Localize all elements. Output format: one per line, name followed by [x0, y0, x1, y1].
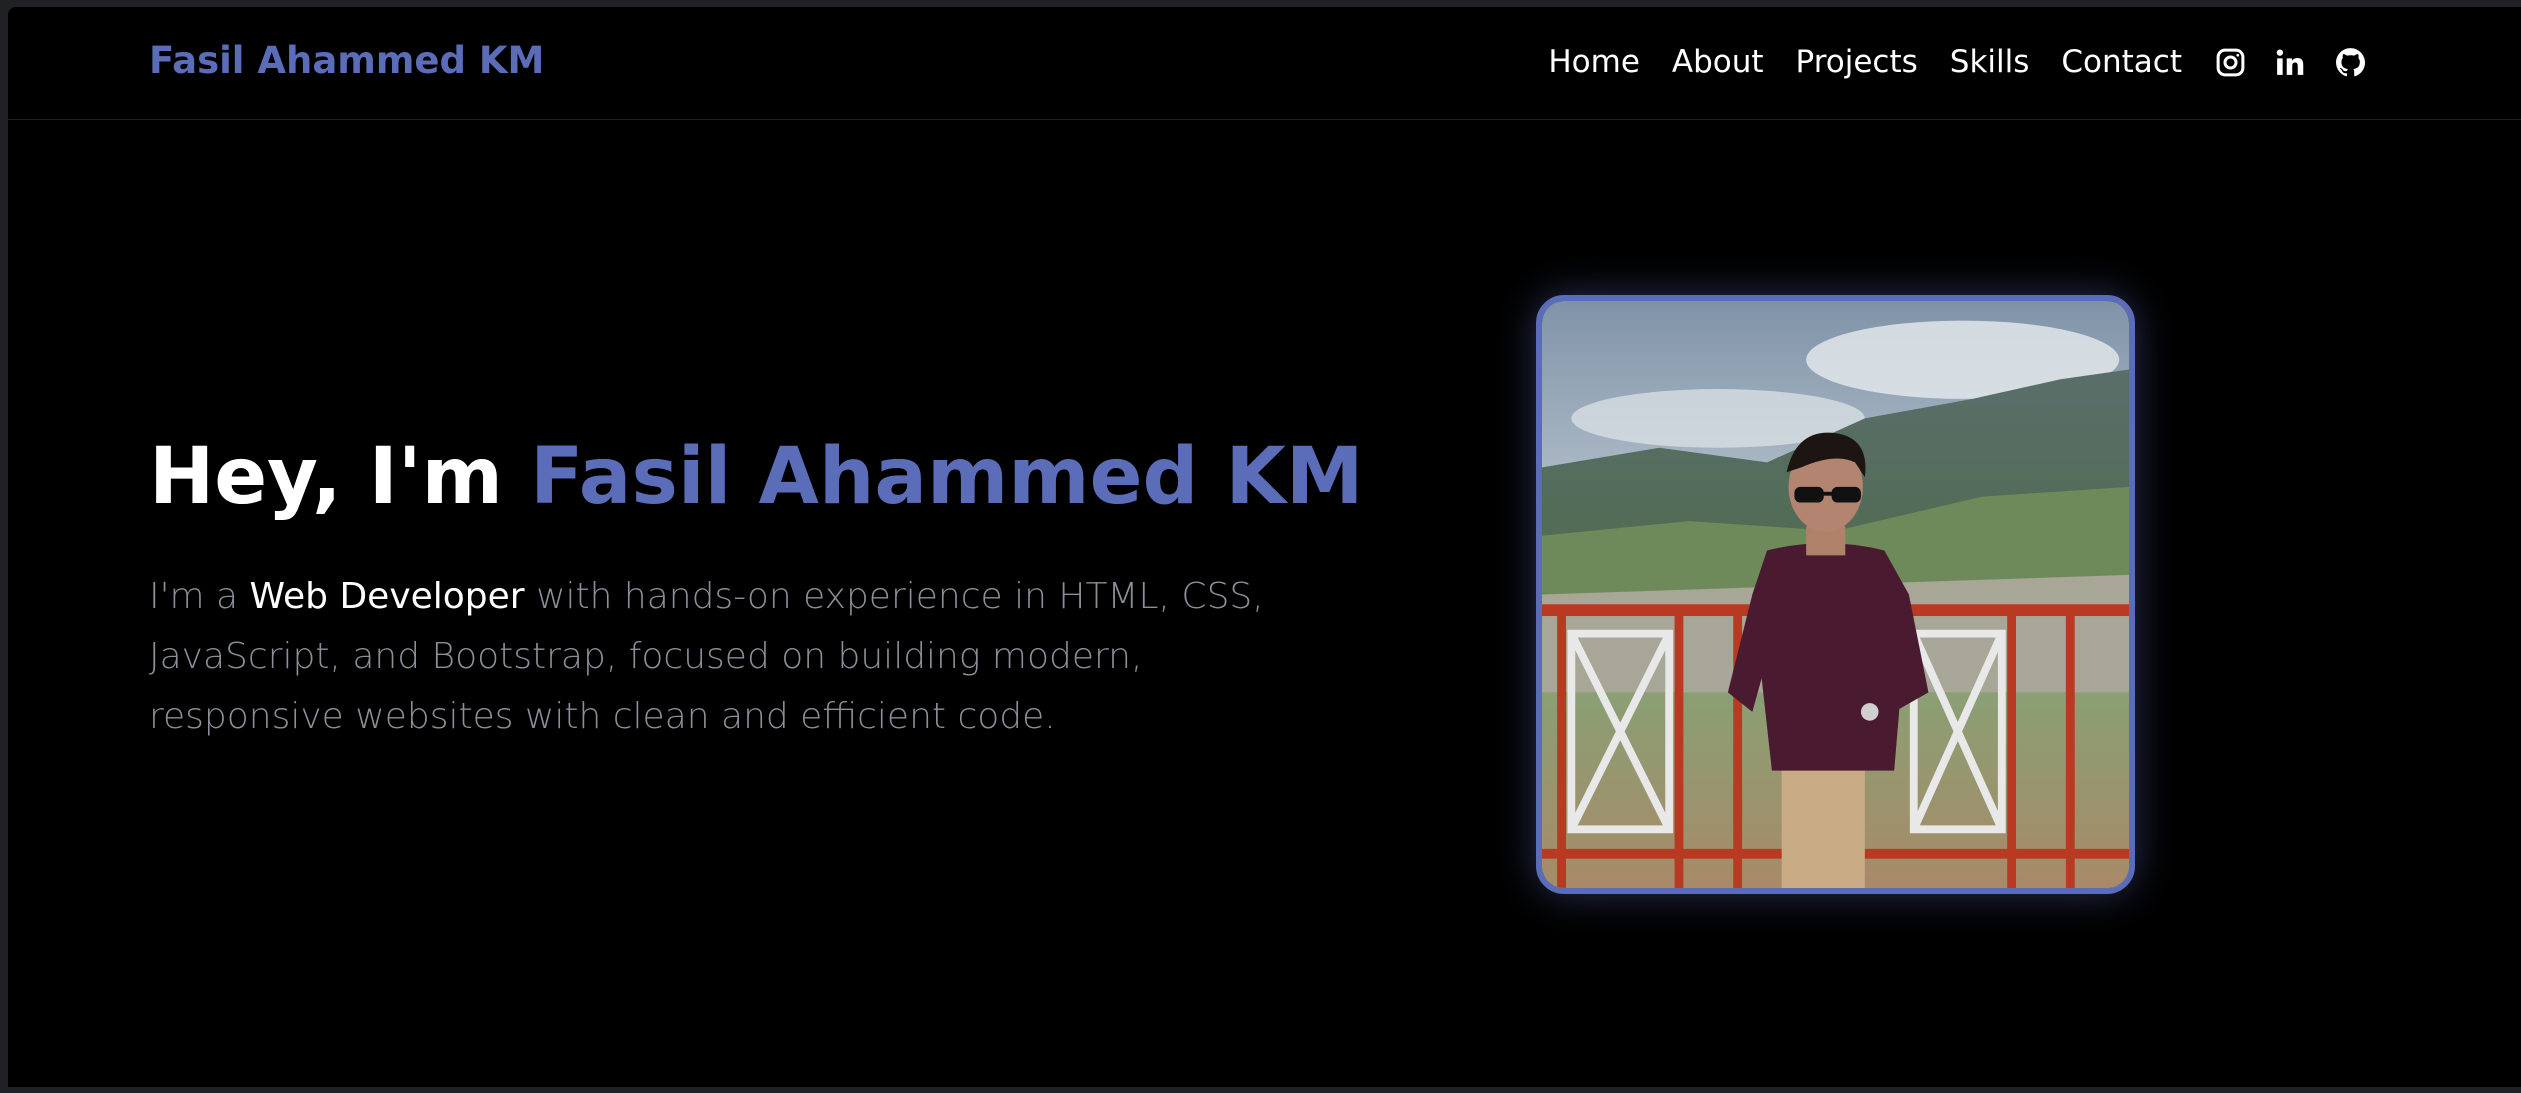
hero-desc-prefix: I'm a [149, 576, 250, 617]
hero-description: I'm a Web Developer with hands-on experi… [149, 567, 1299, 747]
page-frame: Fasil Ahammed KM Home About Projects Ski… [8, 7, 2521, 1087]
hero-title: Hey, I'm Fasil Ahammed KM [149, 427, 1364, 527]
hero-greeting: Hey, I'm [149, 432, 531, 522]
hero-name: Fasil Ahammed KM [530, 432, 1364, 522]
navbar: Fasil Ahammed KM Home About Projects Ski… [8, 7, 2521, 120]
nav-skills[interactable]: Skills [1950, 44, 2030, 80]
nav-home[interactable]: Home [1548, 44, 1640, 80]
github-icon[interactable] [2334, 46, 2367, 79]
brand-logo[interactable]: Fasil Ahammed KM [149, 39, 544, 82]
profile-photo-image [1542, 301, 2129, 888]
nav-projects[interactable]: Projects [1796, 44, 1918, 80]
hero-desc-highlight: Web Developer [249, 576, 525, 617]
profile-photo [1536, 295, 2135, 894]
linkedin-icon[interactable] [2273, 46, 2306, 79]
nav-contact[interactable]: Contact [2061, 44, 2182, 80]
nav-links: Home About Projects Skills Contact [1516, 37, 2367, 87]
instagram-icon[interactable] [2214, 46, 2247, 79]
nav-about[interactable]: About [1672, 44, 1764, 80]
